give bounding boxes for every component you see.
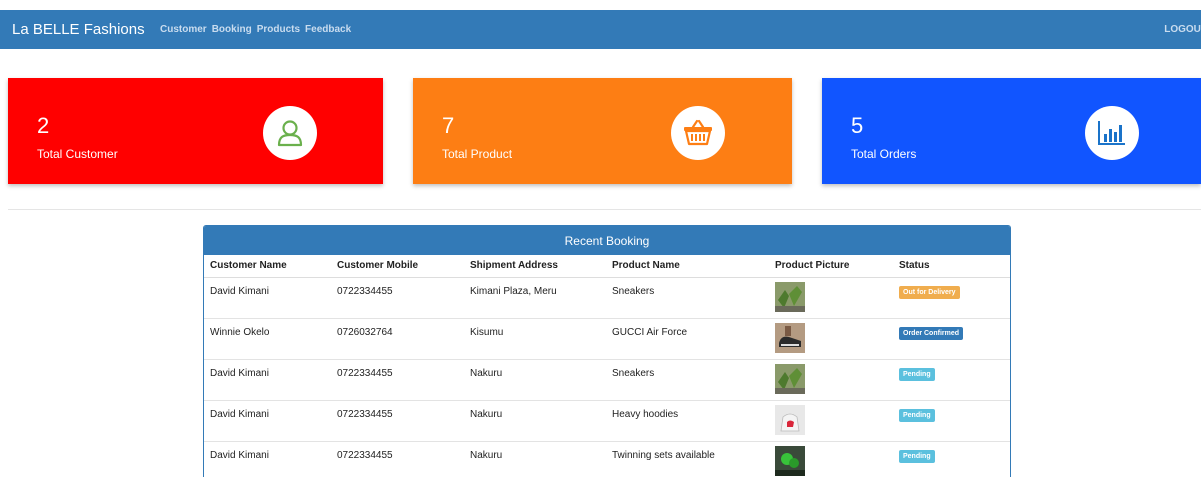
product-name-cell: Sneakers bbox=[606, 358, 769, 400]
total-orders-card[interactable]: 5 Total Orders bbox=[822, 78, 1201, 184]
status-badge: Pending bbox=[899, 367, 935, 381]
nav-link-products[interactable]: Products bbox=[257, 24, 300, 35]
column-header-product-picture: Product Picture bbox=[769, 255, 893, 278]
customer-mobile-cell: 0722334455 bbox=[331, 276, 464, 318]
table-row[interactable]: Winnie Okelo 0726032764 Kisumu GUCCI Air… bbox=[204, 317, 1010, 359]
customer-name-cell: David Kimani bbox=[204, 358, 331, 400]
hoodie-thumbnail bbox=[775, 404, 805, 435]
column-header-product-name: Product Name bbox=[606, 255, 769, 278]
sneakers-thumbnail bbox=[775, 363, 805, 394]
shipment-address-cell: Kisumu bbox=[464, 317, 606, 359]
sneakers-thumbnail bbox=[775, 281, 805, 312]
customer-mobile-cell: 0722334455 bbox=[331, 358, 464, 400]
status-badge: Order Confirmed bbox=[899, 326, 964, 340]
product-picture-cell bbox=[769, 440, 893, 477]
product-name-cell: Twinning sets available bbox=[606, 440, 769, 477]
total-customer-label: Total Customer bbox=[37, 147, 118, 161]
product-picture-cell bbox=[769, 276, 893, 318]
total-product-card[interactable]: 7 Total Product bbox=[413, 78, 792, 184]
status-badge: Pending bbox=[899, 408, 935, 422]
status-cell: Order Confirmed bbox=[893, 317, 1010, 359]
shipment-address-cell: Nakuru bbox=[464, 399, 606, 441]
table-row[interactable]: David Kimani 0722334455 Nakuru Twinning … bbox=[204, 440, 1010, 477]
recent-booking-table: Customer Name Customer Mobile Shipment A… bbox=[204, 255, 1010, 477]
total-orders-label: Total Orders bbox=[851, 147, 917, 161]
recent-booking-title: Recent Booking bbox=[204, 226, 1010, 255]
bar-chart-icon bbox=[1085, 106, 1139, 160]
column-header-status: Status bbox=[893, 255, 1010, 278]
shipment-address-cell: Nakuru bbox=[464, 358, 606, 400]
status-cell: Out for Delivery bbox=[893, 276, 1010, 318]
customer-mobile-cell: 0722334455 bbox=[331, 399, 464, 441]
customer-mobile-cell: 0726032764 bbox=[331, 317, 464, 359]
customer-mobile-cell: 0722334455 bbox=[331, 440, 464, 477]
customer-name-cell: David Kimani bbox=[204, 276, 331, 318]
twinning-set-thumbnail bbox=[775, 445, 805, 476]
recent-booking-panel: Recent Booking Customer Name Customer Mo… bbox=[203, 225, 1011, 477]
section-divider bbox=[8, 209, 1201, 210]
status-cell: Pending bbox=[893, 440, 1010, 477]
status-badge: Out for Delivery bbox=[899, 285, 960, 299]
column-header-shipment-address: Shipment Address bbox=[464, 255, 606, 278]
total-customer-value: 2 bbox=[37, 113, 50, 138]
status-badge: Pending bbox=[899, 449, 935, 463]
product-name-cell: Heavy hoodies bbox=[606, 399, 769, 441]
column-header-customer-name: Customer Name bbox=[204, 255, 331, 278]
total-orders-value: 5 bbox=[851, 113, 864, 138]
product-name-cell: Sneakers bbox=[606, 276, 769, 318]
top-navbar: La BELLE Fashions Customer Booking Produ… bbox=[0, 10, 1201, 49]
air-force-thumbnail bbox=[775, 322, 805, 353]
customer-name-cell: Winnie Okelo bbox=[204, 317, 331, 359]
shipment-address-cell: Nakuru bbox=[464, 440, 606, 477]
table-row[interactable]: David Kimani 0722334455 Nakuru Heavy hoo… bbox=[204, 399, 1010, 441]
logout-link[interactable]: LOGOUT bbox=[1164, 24, 1201, 35]
shipment-address-cell: Kimani Plaza, Meru bbox=[464, 276, 606, 318]
total-customer-card[interactable]: 2 Total Customer bbox=[8, 78, 383, 184]
status-cell: Pending bbox=[893, 399, 1010, 441]
column-header-customer-mobile: Customer Mobile bbox=[331, 255, 464, 278]
nav-link-feedback[interactable]: Feedback bbox=[305, 24, 351, 35]
total-product-label: Total Product bbox=[442, 147, 513, 161]
user-icon bbox=[263, 106, 317, 160]
nav-links: Customer Booking Products Feedback bbox=[160, 24, 351, 35]
product-picture-cell bbox=[769, 358, 893, 400]
table-row[interactable]: David Kimani 0722334455 Kimani Plaza, Me… bbox=[204, 276, 1010, 318]
nav-link-booking[interactable]: Booking bbox=[212, 24, 252, 35]
customer-name-cell: David Kimani bbox=[204, 440, 331, 477]
total-product-value: 7 bbox=[442, 113, 455, 138]
basket-icon bbox=[671, 106, 725, 160]
product-picture-cell bbox=[769, 399, 893, 441]
status-cell: Pending bbox=[893, 358, 1010, 400]
product-picture-cell bbox=[769, 317, 893, 359]
brand-logo[interactable]: La BELLE Fashions bbox=[0, 21, 160, 38]
product-name-cell: GUCCI Air Force bbox=[606, 317, 769, 359]
nav-link-customer[interactable]: Customer bbox=[160, 24, 207, 35]
table-header-row: Customer Name Customer Mobile Shipment A… bbox=[204, 255, 1010, 278]
table-row[interactable]: David Kimani 0722334455 Nakuru Sneakers … bbox=[204, 358, 1010, 400]
customer-name-cell: David Kimani bbox=[204, 399, 331, 441]
